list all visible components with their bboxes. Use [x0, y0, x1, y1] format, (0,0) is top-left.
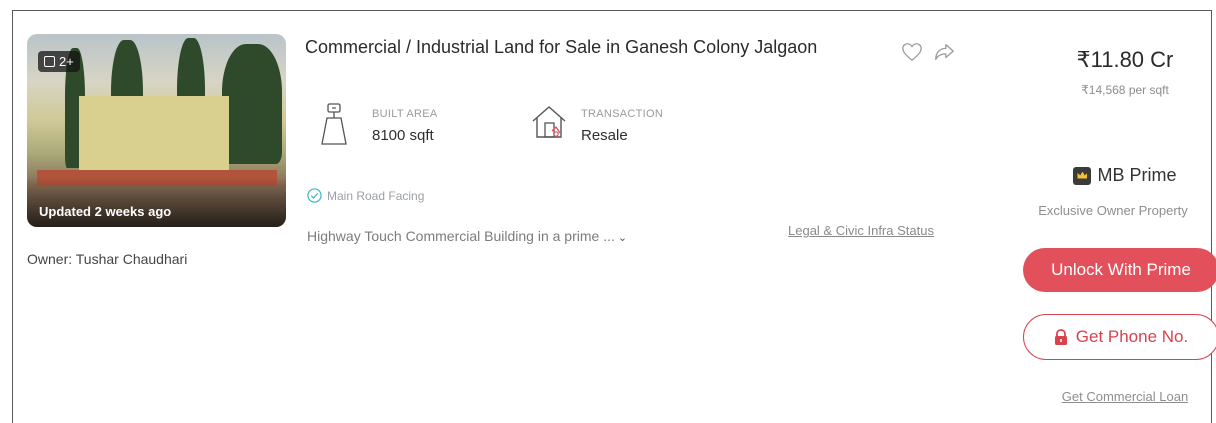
facing-text: Main Road Facing [327, 188, 425, 203]
share-icon[interactable] [933, 41, 955, 63]
photo-building [79, 96, 229, 174]
crown-icon [1073, 166, 1092, 185]
photo-count-badge[interactable]: 2+ [38, 51, 80, 72]
house-icon [532, 106, 566, 138]
photo-shade [27, 177, 286, 227]
property-card: 2+ Updated 2 weeks ago Owner: Tushar Cha… [12, 10, 1216, 423]
updated-label: Updated 2 weeks ago [39, 204, 172, 219]
mb-prime-badge: MB Prime [1031, 165, 1216, 186]
commercial-loan-link[interactable]: Get Commercial Loan [1031, 389, 1216, 404]
gallery-icon [44, 56, 55, 67]
photo-count-text: 2+ [59, 54, 74, 69]
owner-name: Owner: Tushar Chaudhari [27, 251, 188, 267]
get-phone-button[interactable]: Get Phone No. [1023, 314, 1216, 360]
price-per-sqft: ₹14,568 per sqft [1081, 83, 1169, 97]
photo-tree [222, 44, 282, 164]
description-text: Highway Touch Commercial Building in a p… [307, 228, 615, 244]
listing-title[interactable]: Commercial / Industrial Land for Sale in… [305, 37, 817, 58]
get-phone-label: Get Phone No. [1075, 327, 1189, 346]
area-icon [321, 103, 347, 145]
exclusive-owner-text: Exclusive Owner Property [1038, 203, 1188, 218]
mb-prime-label: MB Prime [1097, 165, 1177, 185]
heart-icon[interactable] [901, 41, 923, 63]
description-preview[interactable]: Highway Touch Commercial Building in a p… [307, 228, 627, 244]
check-circle-icon [307, 188, 322, 203]
built-area-value: 8100 sqft [372, 127, 434, 144]
facing-tag: Main Road Facing [307, 188, 424, 203]
lock-icon [1054, 328, 1067, 345]
transaction-value: Resale [581, 127, 628, 144]
transaction-label: TRANSACTION [581, 108, 664, 120]
property-photo[interactable]: 2+ Updated 2 weeks ago [27, 34, 286, 227]
price: ₹11.80 Cr [1076, 47, 1174, 72]
legal-infra-link[interactable]: Legal & Civic Infra Status [788, 223, 934, 238]
unlock-with-prime-button[interactable]: Unlock With Prime [1023, 248, 1216, 292]
built-area-label: BUILT AREA [372, 108, 438, 120]
chevron-down-icon[interactable]: ⌄ [618, 232, 627, 244]
